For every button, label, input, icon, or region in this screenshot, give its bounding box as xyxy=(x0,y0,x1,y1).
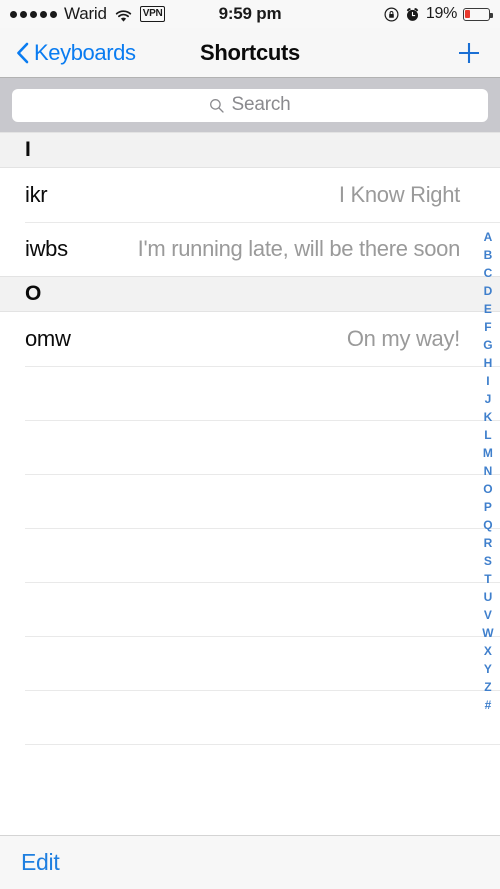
edit-button[interactable]: Edit xyxy=(21,849,60,876)
section-index-letter[interactable]: H xyxy=(484,354,493,372)
section-index-letter[interactable]: Z xyxy=(484,678,492,696)
shortcut-expansion: On my way! xyxy=(346,326,460,351)
section-index-letter[interactable]: E xyxy=(484,300,492,318)
empty-row xyxy=(0,690,500,744)
section-index-letter[interactable]: W xyxy=(482,624,494,642)
section-index-letter[interactable]: M xyxy=(483,444,493,462)
section-index-letter[interactable]: Q xyxy=(483,516,493,534)
shortcut-expansion: I Know Right xyxy=(338,182,460,207)
search-placeholder: Search xyxy=(231,94,291,115)
section-index-letter[interactable]: X xyxy=(484,642,492,660)
section-index-letter[interactable]: J xyxy=(485,390,492,408)
section-index-letter[interactable]: P xyxy=(484,498,492,516)
status-bar-left: Warid VPN xyxy=(10,4,166,24)
section-index-letter[interactable]: L xyxy=(484,426,492,444)
shortcut-expansion: I'm running late, will be there soon xyxy=(137,236,461,261)
empty-row xyxy=(0,366,500,420)
add-shortcut-button[interactable] xyxy=(456,28,482,77)
battery-percent-label: 19% xyxy=(425,5,457,22)
search-input[interactable]: Search xyxy=(12,88,488,122)
battery-icon xyxy=(463,7,493,21)
section-header: O xyxy=(0,276,500,312)
section-index-letter[interactable]: I xyxy=(486,372,490,390)
navigation-bar: Keyboards Shortcuts xyxy=(0,28,500,78)
shortcut-phrase: iwbs xyxy=(25,236,68,261)
empty-row xyxy=(0,744,500,798)
shortcut-row[interactable]: ikr I Know Right xyxy=(0,168,500,222)
shortcut-phrase: ikr xyxy=(25,182,48,207)
section-header: I xyxy=(0,132,500,168)
signal-strength-icon xyxy=(10,10,57,18)
status-bar: Warid VPN 9:59 pm 19% xyxy=(0,0,500,28)
shortcuts-settings-screen: Warid VPN 9:59 pm 19% Keyboards Shortcut… xyxy=(0,0,500,889)
empty-row xyxy=(0,636,500,690)
section-index-letter[interactable]: C xyxy=(484,264,493,282)
section-index-bar[interactable]: A B C D E F G H I J K L M N O P Q R S T U V W X Y Z # xyxy=(479,228,497,714)
rotation-lock-icon xyxy=(384,6,399,22)
section-index-letter[interactable]: R xyxy=(484,534,493,552)
search-icon xyxy=(209,98,225,113)
empty-row xyxy=(0,474,500,528)
section-index-letter[interactable]: N xyxy=(484,462,493,480)
empty-row xyxy=(0,582,500,636)
section-index-letter[interactable]: S xyxy=(484,552,492,570)
empty-row xyxy=(0,420,500,474)
empty-row xyxy=(0,528,500,582)
shortcuts-list[interactable]: Iikr I Know Right iwbs I'm running late, wi… xyxy=(0,132,500,835)
section-index-letter[interactable]: V xyxy=(484,606,492,624)
wifi-icon xyxy=(115,8,132,22)
status-bar-right: 19% xyxy=(384,5,493,23)
bottom-toolbar: Edit xyxy=(0,835,500,889)
section-index-letter[interactable]: G xyxy=(483,336,493,354)
section-index-letter[interactable]: K xyxy=(484,408,493,426)
section-index-letter[interactable]: F xyxy=(484,318,492,336)
shortcut-row[interactable]: iwbs I'm running late, will be there soon xyxy=(0,222,500,276)
section-index-letter[interactable]: Y xyxy=(484,660,492,678)
section-index-letter[interactable]: B xyxy=(484,246,493,264)
section-index-letter[interactable]: D xyxy=(484,282,493,300)
carrier-label: Warid xyxy=(64,4,107,23)
vpn-badge: VPN xyxy=(139,6,166,22)
section-index-letter[interactable]: # xyxy=(485,696,492,714)
shortcut-row[interactable]: omw On my way! xyxy=(0,312,500,366)
section-index-letter[interactable]: U xyxy=(484,588,493,606)
search-bar-container: Search xyxy=(0,78,500,132)
section-index-letter[interactable]: T xyxy=(484,570,492,588)
section-index-letter[interactable]: O xyxy=(483,480,493,498)
shortcut-phrase: omw xyxy=(25,326,71,351)
section-index-letter[interactable]: A xyxy=(484,228,493,246)
page-title: Shortcuts xyxy=(200,39,300,65)
plus-icon xyxy=(456,40,482,66)
alarm-clock-icon xyxy=(405,7,420,22)
